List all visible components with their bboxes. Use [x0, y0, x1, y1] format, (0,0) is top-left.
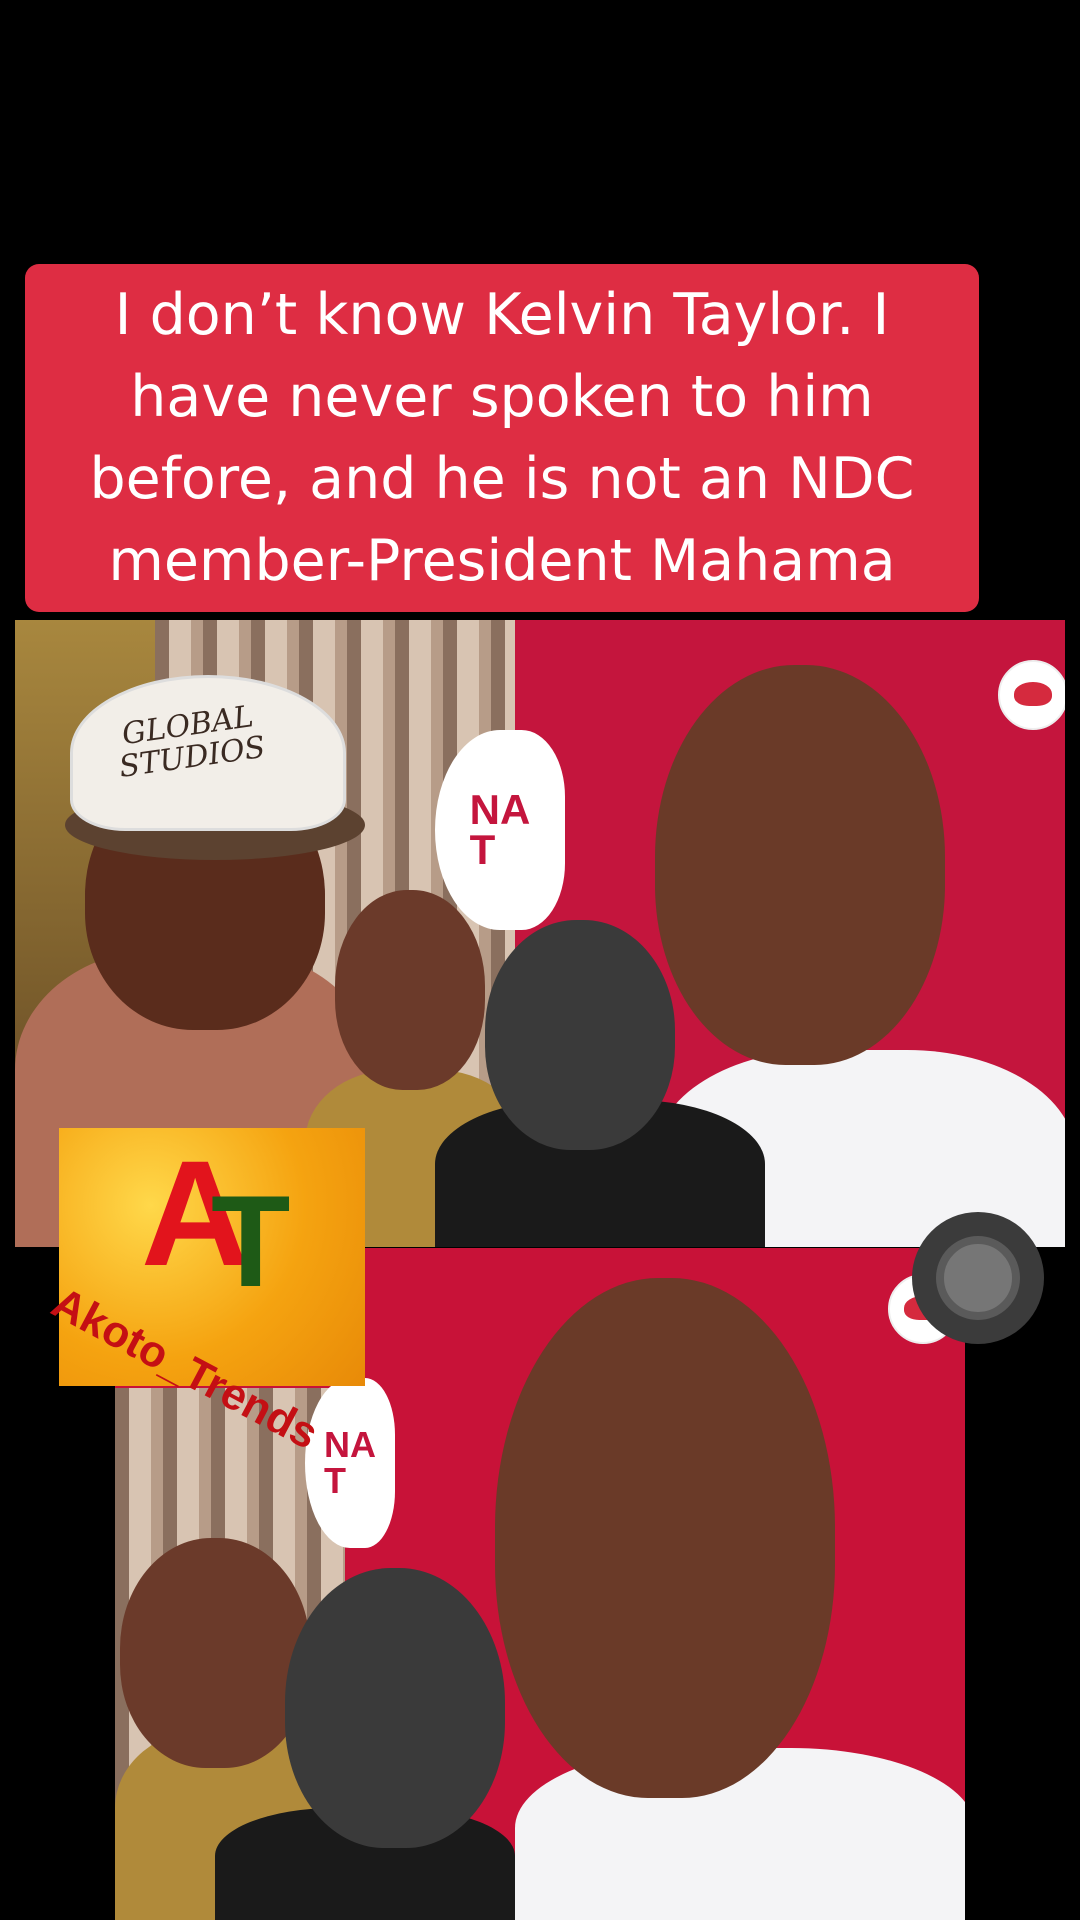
- party-logo: NA T: [305, 1378, 395, 1548]
- party-logo-text: NA T: [324, 1424, 376, 1501]
- akoto-trends-logo: A T Akoto_Trends: [44, 1128, 365, 1459]
- party-logo: NA T: [435, 730, 565, 930]
- headline-banner: I don’t know Kelvin Taylor. I have never…: [25, 264, 979, 612]
- headline-text: I don’t know Kelvin Taylor. I have never…: [89, 282, 915, 594]
- person-president-head: [655, 665, 945, 1065]
- person-elder-head: [120, 1538, 310, 1768]
- logo-letter-t: T: [211, 1168, 291, 1314]
- party-logo-text: NA T: [469, 786, 531, 873]
- record-button-icon[interactable]: [912, 1212, 1044, 1344]
- person-bw-head: [485, 920, 675, 1150]
- channel-badge-icon: [998, 660, 1065, 730]
- record-button-inner: [936, 1236, 1020, 1320]
- person-bw-head: [285, 1568, 505, 1848]
- person-elder-head: [335, 890, 485, 1090]
- person-president-head: [495, 1278, 835, 1798]
